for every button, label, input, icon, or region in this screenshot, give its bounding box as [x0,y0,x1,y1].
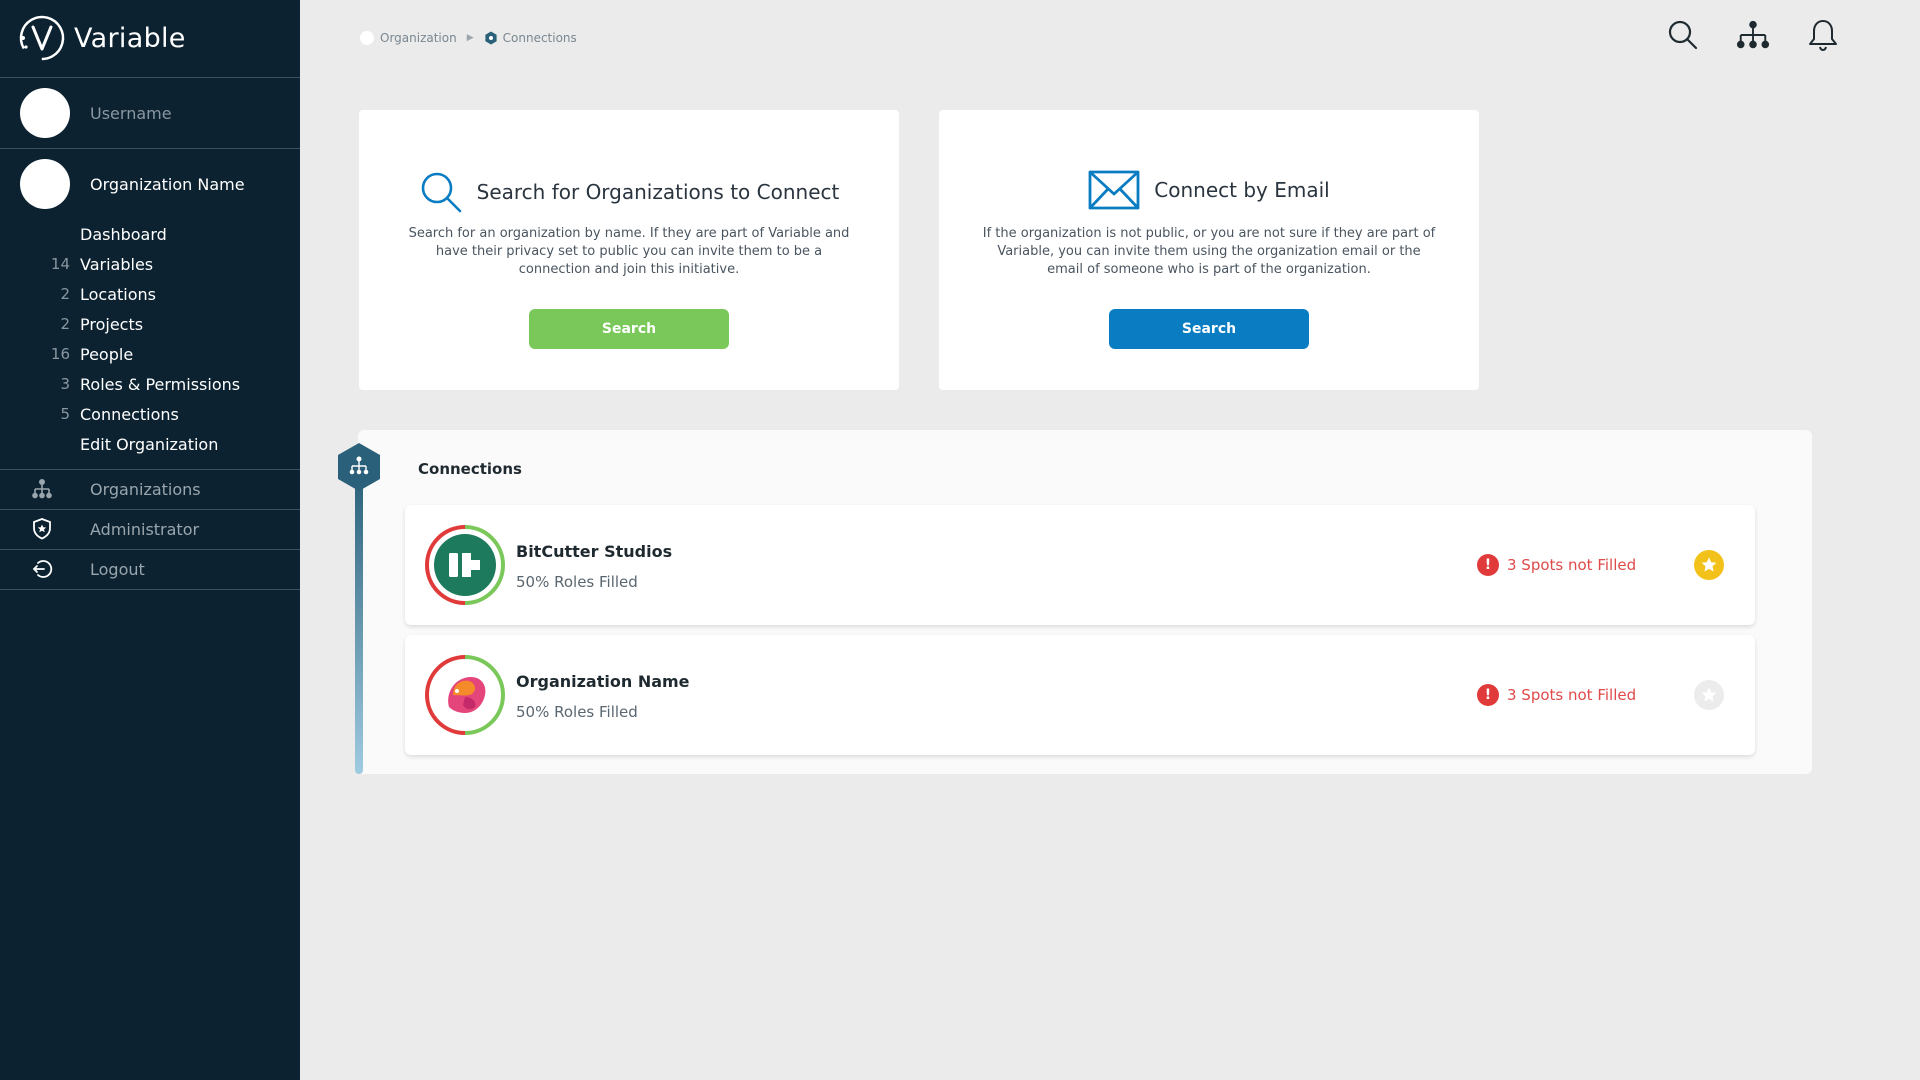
sidebar-link-organizations[interactable]: Organizations [0,469,300,509]
nav-count: 14 [50,255,70,273]
nav-label: Edit Organization [80,434,219,454]
org-avatar-small [360,31,374,45]
nav-count: 3 [60,375,70,393]
envelope-icon [1088,170,1140,210]
org-tree-icon[interactable] [1736,18,1770,52]
sidebar-link-administrator[interactable]: Administrator [0,509,300,549]
logout-icon [0,558,90,580]
breadcrumb: Organization ▶ Connections [360,31,577,45]
nav-projects[interactable]: 2 Projects [0,311,300,337]
nav-label: Dashboard [80,224,167,244]
org-logo [425,525,505,605]
nav-count: 16 [50,345,70,363]
search-organizations-card: Search for Organizations to Connect Sear… [359,110,899,390]
connection-row[interactable]: Organization Name 50% Roles Filled ! 3 S… [405,635,1755,755]
connection-name: Organization Name [516,672,690,691]
alert-icon: ! [1477,554,1499,576]
search-icon[interactable] [1666,18,1700,52]
nav-people[interactable]: 16 People [0,341,300,367]
status: ! 3 Spots not Filled [1477,554,1636,576]
breadcrumb-parent[interactable]: Organization [380,31,457,45]
nav-label: Variables [80,254,154,274]
org-tree-hexagon-icon [338,443,380,491]
nav-dashboard[interactable]: Dashboard [0,221,300,247]
connections-title: Connections [418,460,522,478]
bell-icon[interactable] [1806,18,1840,52]
sidebar-link-label: Organizations [90,479,201,499]
nav-label: People [80,344,134,364]
search-icon [421,172,461,213]
top-toolbar [1666,18,1840,52]
variable-logo-icon [19,15,65,61]
connect-by-email-button[interactable]: Search [1109,309,1309,349]
timeline-rail [355,470,363,774]
sidebar-link-label: Administrator [90,519,200,539]
sidebar: Variable Username Organization Name Dash… [0,0,300,1080]
roles-filled: 50% Roles Filled [516,573,638,591]
roles-filled: 50% Roles Filled [516,703,638,721]
org-name[interactable]: Organization Name [90,175,245,194]
card-title: Search for Organizations to Connect [476,180,840,204]
nav-label: Connections [80,404,179,424]
card-description: Search for an organization by name. If t… [408,226,850,277]
nav-label: Locations [80,284,157,304]
alert-icon: ! [1477,684,1499,706]
status-text: 3 Spots not Filled [1507,556,1637,574]
status-text: 3 Spots not Filled [1507,686,1637,704]
nav-count: 5 [60,405,70,423]
breadcrumb-current: Connections [502,31,577,45]
nav-label: Roles & Permissions [80,374,241,394]
divider [0,148,300,149]
hexagon-icon [485,31,497,45]
search-organizations-button[interactable]: Search [529,309,729,349]
org-logo [425,655,505,735]
nav-count: 2 [60,315,70,333]
nav-edit-organization[interactable]: Edit Organization [0,431,300,457]
sidebar-link-label: Logout [90,559,145,579]
nav-label: Projects [80,314,144,334]
nav-roles-permissions[interactable]: 3 Roles & Permissions [0,371,300,397]
nav-connections[interactable]: 5 Connections [0,401,300,427]
favorite-star-icon[interactable] [1694,550,1724,580]
app-name: Variable [74,22,186,54]
connection-name: BitCutter Studios [516,542,673,561]
org-tree-icon [0,478,90,500]
org-avatar[interactable] [20,159,70,209]
sidebar-link-logout[interactable]: Logout [0,549,300,589]
chevron-right-icon: ▶ [466,33,474,43]
user-avatar[interactable] [20,88,70,138]
nav-count: 2 [60,285,70,303]
divider [0,77,300,78]
shield-star-icon [0,517,90,541]
divider [0,589,300,590]
card-title: Connect by Email [1154,178,1330,202]
connection-row[interactable]: BitCutter Studios 50% Roles Filled ! 3 S… [405,505,1755,625]
username[interactable]: Username [90,104,172,123]
nav-variables[interactable]: 14 Variables [0,251,300,277]
app-logo[interactable]: Variable [18,14,186,62]
card-description: If the organization is not public, or yo… [982,226,1436,277]
connect-by-email-card: Connect by Email If the organization is … [939,110,1479,390]
nav-locations[interactable]: 2 Locations [0,281,300,307]
favorite-star-icon[interactable] [1694,680,1724,710]
status: ! 3 Spots not Filled [1477,684,1636,706]
